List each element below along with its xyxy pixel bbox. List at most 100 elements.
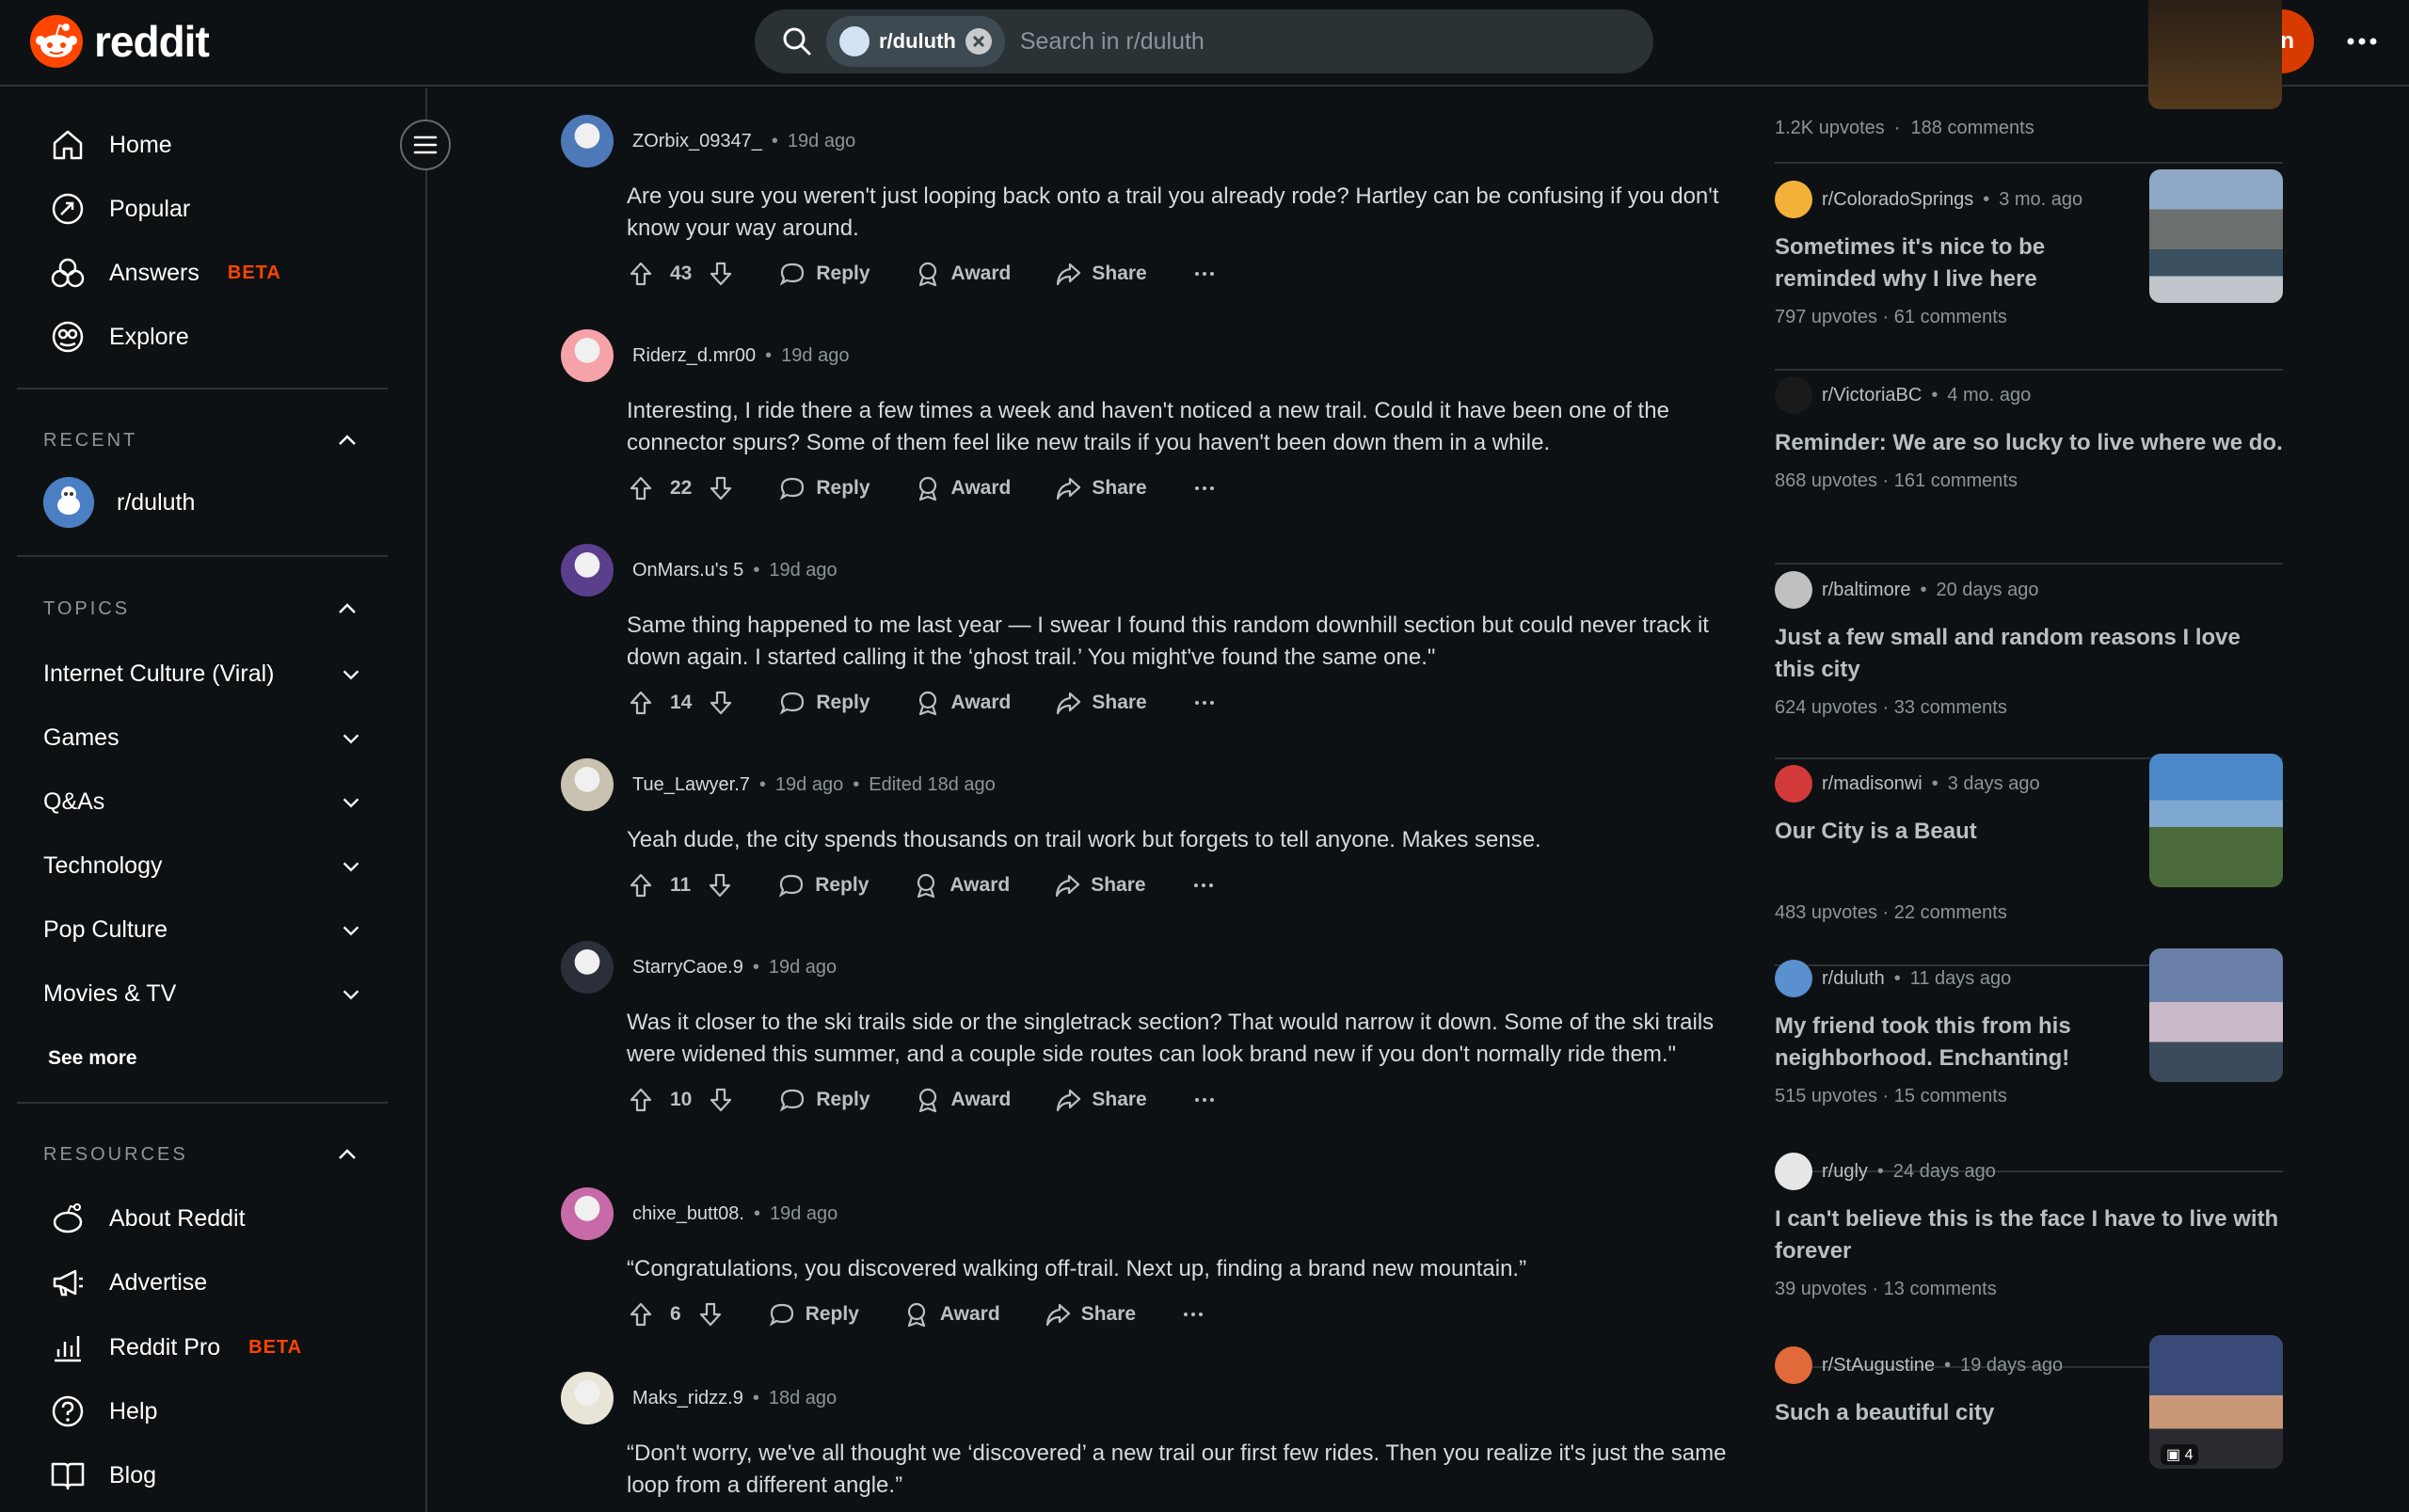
post-thumbnail[interactable]	[2149, 948, 2283, 1082]
resource-about-reddit[interactable]: About Reddit	[49, 1200, 246, 1237]
share-button[interactable]: Share	[1054, 260, 1147, 288]
related-post[interactable]: r/ugly • 24 days ago I can't believe this i…	[1775, 1153, 2283, 1300]
topic-qas[interactable]: Q&As	[43, 788, 363, 816]
subreddit-filter-chip[interactable]: r/duluth	[826, 16, 1005, 67]
nav-explore[interactable]: Explore	[49, 318, 189, 356]
more-options-icon[interactable]	[2343, 23, 2381, 60]
downvote-icon[interactable]	[706, 871, 734, 899]
post-thumbnail[interactable]	[2148, 0, 2282, 109]
related-post[interactable]: r/madisonwi • 3 days ago Our City is a Beau…	[1775, 754, 2283, 924]
nav-popular[interactable]: Popular	[49, 190, 190, 228]
topic-movies-tv[interactable]: Movies & TV	[43, 980, 363, 1008]
chevron-up-icon[interactable]	[334, 596, 360, 622]
subreddit-name[interactable]: r/ugly	[1822, 1161, 1868, 1183]
downvote-icon[interactable]	[707, 689, 735, 717]
chevron-up-icon[interactable]	[334, 427, 360, 454]
upvote-icon[interactable]	[627, 1300, 655, 1329]
reply-button[interactable]: Reply	[778, 1086, 870, 1114]
resource-advertise[interactable]: Advertise	[49, 1264, 207, 1301]
reddit-logo[interactable]: reddit	[30, 15, 210, 68]
subreddit-name[interactable]: r/ColoradoSprings	[1822, 189, 1973, 211]
subreddit-name[interactable]: r/VictoriaBC	[1822, 385, 1922, 406]
topic-games[interactable]: Games	[43, 724, 363, 752]
user-avatar[interactable]	[561, 941, 614, 994]
clear-chip-button[interactable]	[965, 28, 992, 55]
resource-blog[interactable]: Blog	[49, 1456, 156, 1494]
resource-reddit-pro[interactable]: Reddit Pro BETA	[49, 1329, 302, 1366]
see-more-link[interactable]: See more	[48, 1047, 137, 1070]
reply-button[interactable]: Reply	[778, 260, 870, 288]
downvote-icon[interactable]	[707, 260, 735, 288]
topic-internet-culture[interactable]: Internet Culture (Viral)	[43, 661, 363, 688]
reply-button[interactable]: Reply	[778, 474, 870, 502]
comment-author[interactable]: Maks_ridzz.9	[632, 1388, 743, 1409]
more-icon[interactable]	[1190, 260, 1219, 288]
reply-button[interactable]: Reply	[777, 871, 869, 899]
collapse-sidebar-button[interactable]	[400, 119, 451, 170]
reply-button[interactable]: Reply	[768, 1300, 859, 1329]
downvote-icon[interactable]	[707, 474, 735, 502]
topic-technology[interactable]: Technology	[43, 852, 363, 880]
upvote-icon[interactable]	[627, 1086, 655, 1114]
more-icon[interactable]	[1190, 689, 1219, 717]
user-avatar[interactable]	[561, 758, 614, 811]
post-title[interactable]: I can't believe this is the face I have …	[1775, 1203, 2283, 1267]
more-icon[interactable]	[1190, 474, 1219, 502]
subreddit-name[interactable]: r/madisonwi	[1822, 773, 1922, 795]
post-title[interactable]: My friend took this from his neighborhoo…	[1775, 1011, 2114, 1074]
post-thumbnail[interactable]	[2149, 169, 2283, 303]
comment-author[interactable]: OnMars.u's 5	[632, 560, 743, 581]
post-title[interactable]: Such a beautiful city	[1775, 1397, 2114, 1429]
recent-item-duluth[interactable]: r/duluth	[43, 477, 195, 528]
resource-help[interactable]: Help	[49, 1393, 157, 1430]
search-input[interactable]: Search in r/duluth	[1020, 28, 1204, 56]
reply-button[interactable]: Reply	[778, 689, 870, 717]
subreddit-name[interactable]: r/duluth	[1822, 968, 1885, 990]
user-avatar[interactable]	[561, 329, 614, 382]
user-avatar[interactable]	[561, 1372, 614, 1424]
related-post[interactable]: r/ColoradoSprings • 3 mo. ago Sometimes it'…	[1775, 169, 2283, 328]
comment-author[interactable]: ZOrbix_09347_	[632, 131, 762, 152]
award-button[interactable]: Award	[912, 871, 1010, 899]
award-button[interactable]: Award	[914, 689, 1011, 717]
topic-pop-culture[interactable]: Pop Culture	[43, 916, 363, 944]
share-button[interactable]: Share	[1054, 689, 1147, 717]
post-thumbnail[interactable]: ▣ 4	[2149, 1335, 2283, 1469]
post-title[interactable]: Our City is a Beaut	[1775, 816, 2114, 848]
related-post[interactable]: r/baltimore • 20 days ago Just a few small …	[1775, 571, 2283, 719]
post-title[interactable]: Reminder: We are so lucky to live where …	[1775, 427, 2283, 459]
more-icon[interactable]	[1189, 871, 1218, 899]
post-title[interactable]: Just a few small and random reasons I lo…	[1775, 622, 2283, 686]
subreddit-name[interactable]: r/StAugustine	[1822, 1355, 1935, 1377]
chevron-up-icon[interactable]	[334, 1141, 360, 1168]
more-icon[interactable]	[1190, 1086, 1219, 1114]
user-avatar[interactable]	[561, 544, 614, 597]
upvote-icon[interactable]	[627, 260, 655, 288]
share-button[interactable]: Share	[1054, 1086, 1147, 1114]
subreddit-name[interactable]: r/baltimore	[1822, 580, 1910, 601]
award-button[interactable]: Award	[902, 1300, 1000, 1329]
search-bar[interactable]: r/duluth Search in r/duluth	[755, 9, 1653, 73]
related-post[interactable]: r/StAugustine • 19 days ago Such a beautifu…	[1775, 1335, 2283, 1469]
share-button[interactable]: Share	[1054, 474, 1147, 502]
comment-author[interactable]: Riderz_d.mr00	[632, 345, 756, 367]
nav-home[interactable]: Home	[49, 126, 172, 164]
award-button[interactable]: Award	[914, 1086, 1011, 1114]
comment-author[interactable]: StarryCaoe.9	[632, 957, 743, 979]
user-avatar[interactable]	[561, 1187, 614, 1240]
comment-author[interactable]: chixe_butt08.	[632, 1203, 744, 1225]
upvote-icon[interactable]	[627, 689, 655, 717]
award-button[interactable]: Award	[914, 260, 1011, 288]
award-button[interactable]: Award	[914, 474, 1011, 502]
nav-answers[interactable]: Answers BETA	[49, 254, 281, 292]
user-avatar[interactable]	[561, 115, 614, 167]
share-button[interactable]: Share	[1053, 871, 1146, 899]
upvote-icon[interactable]	[627, 871, 655, 899]
downvote-icon[interactable]	[696, 1300, 725, 1329]
comment-author[interactable]: Tue_Lawyer.7	[632, 774, 750, 796]
upvote-icon[interactable]	[627, 474, 655, 502]
related-post[interactable]: r/VictoriaBC • 4 mo. ago Reminder: We are s…	[1775, 376, 2283, 492]
more-icon[interactable]	[1179, 1300, 1207, 1329]
post-title[interactable]: Sometimes it's nice to be reminded why I…	[1775, 231, 2114, 295]
post-thumbnail[interactable]	[2149, 754, 2283, 887]
